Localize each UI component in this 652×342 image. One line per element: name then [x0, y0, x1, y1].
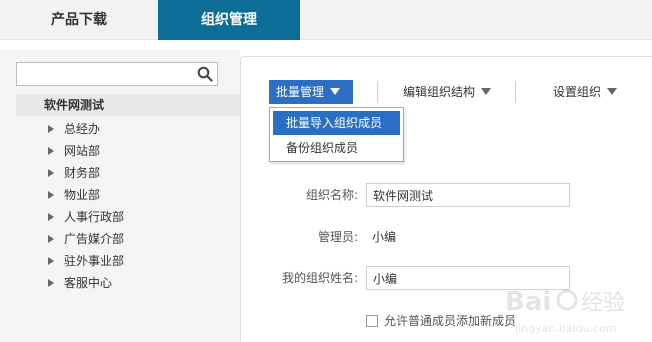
toolbar-divider — [377, 81, 378, 103]
tree-root[interactable]: 软件网测试 — [16, 94, 240, 116]
tree-item[interactable]: 总经办 — [48, 118, 124, 140]
batch-manage-label: 批量管理 — [276, 85, 325, 99]
org-settings-button[interactable]: 设置组织 — [553, 80, 618, 104]
search-icon[interactable] — [197, 66, 213, 82]
admin-label: 管理员: — [317, 230, 358, 244]
tree-item[interactable]: 财务部 — [48, 162, 124, 184]
allow-add-checkbox[interactable] — [366, 314, 378, 327]
edit-structure-label: 编辑组织结构 — [403, 85, 476, 99]
batch-dropdown-menu: 批量导入组织成员 备份组织成员 — [269, 107, 404, 162]
top-tab-bar: 产品下载 组织管理 — [0, 0, 652, 40]
expand-arrow-icon[interactable] — [48, 147, 54, 155]
search-box — [16, 62, 218, 86]
tree-item[interactable]: 人事行政部 — [48, 206, 124, 228]
tree-item-label: 人事行政部 — [64, 210, 125, 224]
org-settings-label: 设置组织 — [553, 85, 602, 99]
caret-down-icon — [607, 88, 618, 95]
tree-item-label: 广告媒介部 — [64, 232, 125, 246]
allow-add-row: 允许普通成员添加新成员 — [366, 312, 516, 330]
expand-arrow-icon[interactable] — [48, 125, 54, 133]
toolbar-divider — [515, 81, 516, 103]
org-name-field[interactable] — [366, 183, 570, 207]
admin-value: 小编 — [372, 230, 397, 244]
allow-add-label: 允许普通成员添加新成员 — [384, 314, 517, 328]
my-name-label: 我的组织姓名: — [281, 271, 358, 285]
expand-arrow-icon[interactable] — [48, 235, 54, 243]
expand-arrow-icon[interactable] — [48, 191, 54, 199]
expand-arrow-icon[interactable] — [48, 279, 54, 287]
sidebar: 软件网测试 总经办 网站部 财务部 物业部 人事行政部 广告媒介部 驻外事业部 … — [0, 50, 240, 342]
search-input[interactable] — [17, 63, 193, 85]
svg-text:Bai: Bai — [505, 287, 551, 317]
tree-item-label: 驻外事业部 — [64, 254, 125, 268]
caret-down-icon — [330, 88, 341, 95]
expand-arrow-icon[interactable] — [48, 213, 54, 221]
expand-arrow-icon[interactable] — [48, 257, 54, 265]
caret-down-icon — [481, 88, 492, 95]
org-name-label: 组织名称: — [305, 188, 358, 202]
admin-row: 管理员: 小编 — [241, 225, 652, 249]
tree-item[interactable]: 物业部 — [48, 184, 124, 206]
org-tree: 总经办 网站部 财务部 物业部 人事行政部 广告媒介部 驻外事业部 客服中心 — [48, 118, 124, 294]
tab-product-download[interactable]: 产品下载 — [0, 0, 158, 40]
tree-item-label: 总经办 — [64, 122, 101, 136]
baidu-watermark-logo: Bai 经验 jingyan.baidu.com — [505, 287, 625, 335]
expand-arrow-icon[interactable] — [48, 169, 54, 177]
batch-manage-button[interactable]: 批量管理 — [269, 80, 353, 104]
menu-item-backup-members[interactable]: 备份组织成员 — [273, 136, 400, 160]
svg-text:经验: 经验 — [581, 291, 625, 316]
tab-organization-management[interactable]: 组织管理 — [158, 0, 300, 40]
tree-item[interactable]: 驻外事业部 — [48, 250, 124, 272]
tree-item[interactable]: 网站部 — [48, 140, 124, 162]
menu-item-import-members[interactable]: 批量导入组织成员 — [273, 111, 400, 135]
tree-item-label: 财务部 — [64, 166, 101, 180]
tree-item-label: 物业部 — [64, 188, 101, 202]
tree-item[interactable]: 客服中心 — [48, 272, 124, 294]
tree-item-label: 网站部 — [64, 144, 101, 158]
svg-text:jingyan.baidu.com: jingyan.baidu.com — [514, 322, 617, 335]
tree-item-label: 客服中心 — [64, 276, 113, 290]
org-name-row: 组织名称: — [241, 183, 652, 207]
edit-structure-button[interactable]: 编辑组织结构 — [403, 80, 492, 104]
tree-item[interactable]: 广告媒介部 — [48, 228, 124, 250]
